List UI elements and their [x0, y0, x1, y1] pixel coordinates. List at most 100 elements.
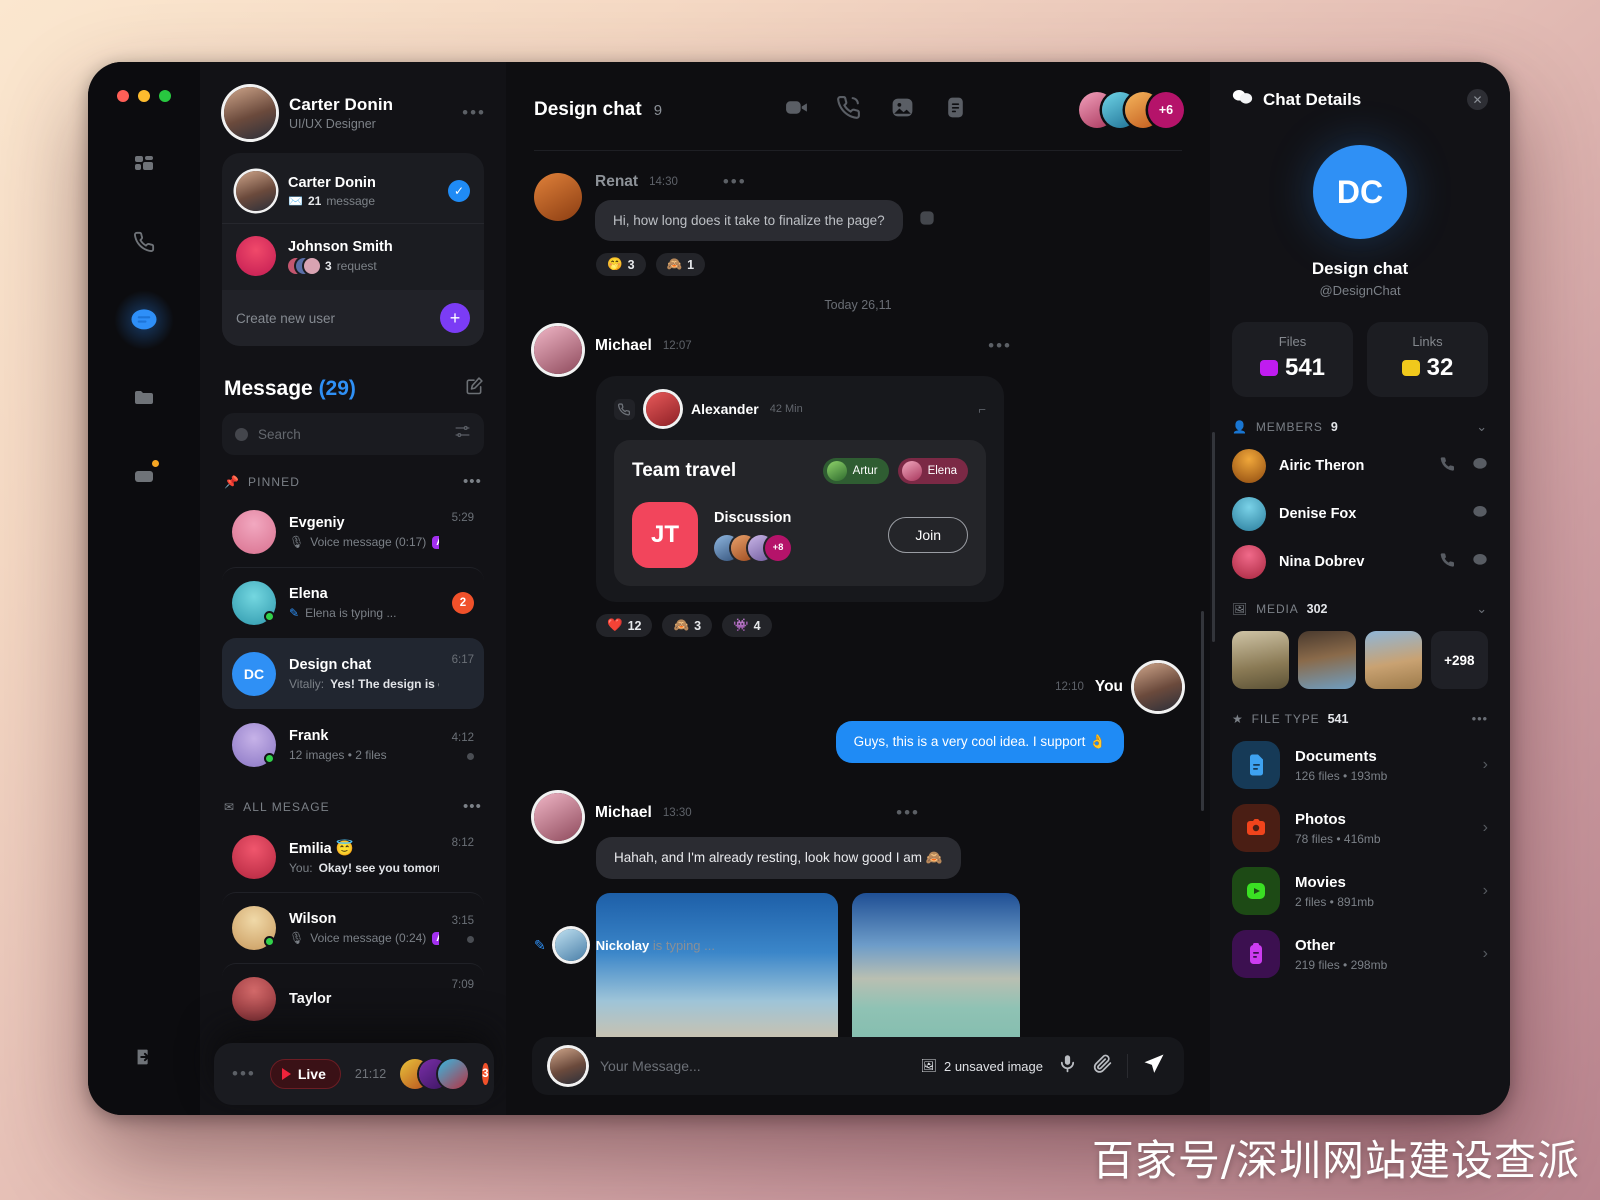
section-menu-button[interactable]: •••: [463, 474, 482, 489]
search-icon: [235, 427, 248, 441]
logout-button[interactable]: [133, 1046, 155, 1073]
section-menu-button[interactable]: •••: [463, 799, 482, 814]
media-more-badge[interactable]: +298: [1430, 631, 1488, 689]
minimize-window-button[interactable]: [138, 90, 150, 102]
rail-item-archive[interactable]: [120, 452, 168, 500]
chevron-down-icon[interactable]: ⌄: [1476, 419, 1488, 435]
document-icon: [1232, 741, 1280, 789]
rail-item-messages[interactable]: [114, 290, 174, 350]
participants-more-badge[interactable]: +6: [1148, 92, 1184, 128]
expand-icon[interactable]: ⌐: [978, 402, 986, 417]
filetype-row-movies[interactable]: Movies 2 files • 891mb ›: [1232, 867, 1488, 915]
create-new-user-row[interactable]: Create new user +: [222, 290, 484, 346]
attachment-image[interactable]: [596, 893, 838, 1037]
attachment-image[interactable]: [852, 893, 1020, 1037]
phone-icon[interactable]: [1440, 552, 1456, 573]
shared-call-card[interactable]: Alexander 42 Min ⌐ Team travel Artur Ele…: [596, 376, 1004, 602]
message-menu-button[interactable]: •••: [988, 337, 1012, 354]
phone-icon[interactable]: [1440, 456, 1456, 477]
join-button[interactable]: Join: [888, 517, 968, 553]
stat-links[interactable]: Links 32: [1367, 322, 1488, 397]
chat-icon[interactable]: [1472, 456, 1488, 477]
rail-item-files[interactable]: [120, 374, 168, 422]
media-section-header[interactable]: 🖼 MEDIA 302 ⌄: [1232, 601, 1488, 617]
plus-icon[interactable]: +: [440, 303, 470, 333]
unsaved-images-indicator[interactable]: 🖼 2 unsaved image: [920, 1058, 1043, 1074]
reaction-chip[interactable]: ❤️ 12: [596, 614, 653, 637]
list-item[interactable]: Frank 12 images • 2 files 4:12: [222, 709, 484, 780]
create-new-user-label: Create new user: [236, 310, 336, 326]
chevron-right-icon[interactable]: ›: [1483, 945, 1488, 963]
filetype-row-photos[interactable]: Photos 78 files • 416mb ›: [1232, 804, 1488, 852]
list-item[interactable]: Taylor 7:09: [222, 963, 484, 1034]
section-label: FILE TYPE: [1251, 711, 1320, 726]
members-section-header[interactable]: 👤 MEMBERS 9 ⌄: [1232, 419, 1488, 435]
current-user-profile[interactable]: Carter Donin UI/UX Designer •••: [200, 62, 506, 153]
live-menu-button[interactable]: •••: [232, 1065, 256, 1082]
video-icon[interactable]: [784, 95, 809, 125]
profile-menu-button[interactable]: •••: [462, 104, 486, 121]
chat-icon[interactable]: [1472, 504, 1488, 525]
send-icon[interactable]: [1142, 1052, 1166, 1081]
maximize-window-button[interactable]: [159, 90, 171, 102]
filetype-menu-button[interactable]: •••: [1472, 711, 1488, 726]
message-menu-button[interactable]: •••: [896, 804, 920, 821]
message-input[interactable]: Your Message...: [600, 1058, 906, 1074]
details-scrollbar[interactable]: [1212, 432, 1215, 642]
reaction-chip[interactable]: 👾 4: [722, 614, 772, 637]
chat-participants[interactable]: +6: [1079, 92, 1184, 128]
avatar: [534, 793, 582, 841]
compose-icon[interactable]: [464, 376, 484, 401]
document-icon[interactable]: [943, 95, 968, 125]
media-thumbnail[interactable]: [1298, 631, 1356, 689]
paperclip-icon[interactable]: [1092, 1053, 1113, 1079]
filetype-row-other[interactable]: Other 219 files • 298mb ›: [1232, 930, 1488, 978]
user-card-name: Johnson Smith: [288, 238, 393, 255]
chevron-down-icon[interactable]: ⌄: [1476, 601, 1488, 617]
chat-time: 4:12: [451, 732, 474, 744]
stat-files[interactable]: Files 541: [1232, 322, 1353, 397]
phone-icon[interactable]: [837, 95, 862, 125]
live-participants[interactable]: [400, 1059, 469, 1089]
avatar: [232, 510, 276, 554]
member-row[interactable]: Airic Theron: [1232, 449, 1488, 483]
media-thumbnail[interactable]: [1364, 631, 1422, 689]
chat-icon[interactable]: [1472, 552, 1488, 573]
close-icon[interactable]: ✕: [1467, 89, 1488, 110]
mic-icon[interactable]: [1057, 1053, 1078, 1079]
list-item-design-chat[interactable]: DC Design chat Vitaliy: Yes! The design …: [222, 638, 484, 709]
media-thumbnail[interactable]: [1232, 631, 1290, 689]
chevron-right-icon[interactable]: ›: [1483, 819, 1488, 837]
chat-scrollbar[interactable]: [1201, 611, 1204, 811]
rail-item-calls[interactable]: [120, 218, 168, 266]
chevron-right-icon[interactable]: ›: [1483, 756, 1488, 774]
rail-item-dashboard[interactable]: [120, 140, 168, 188]
reaction-chip[interactable]: 🤭 3: [596, 253, 646, 276]
app-window: Carter Donin UI/UX Designer ••• Carter D…: [88, 62, 1510, 1115]
filetype-row-documents[interactable]: Documents 126 files • 193mb ›: [1232, 741, 1488, 789]
reaction-chip[interactable]: 🙈 3: [662, 614, 713, 637]
close-window-button[interactable]: [117, 90, 129, 102]
list-item[interactable]: Emilia 😇 You: Okay! see you tomorrow 8:1…: [222, 822, 484, 892]
filter-icon[interactable]: [454, 423, 471, 445]
user-card: Carter Donin ✉️ 21 message ✓ Johnson Smi…: [222, 153, 484, 346]
image-icon[interactable]: [890, 95, 915, 125]
tag-elena[interactable]: Elena: [897, 458, 968, 484]
member-row[interactable]: Nina Dobrev: [1232, 545, 1488, 579]
message-menu-button[interactable]: •••: [723, 173, 747, 190]
live-badge: 3: [482, 1063, 489, 1085]
list-item[interactable]: Elena ✎ Elena is typing ... 2: [222, 567, 484, 638]
reply-icon[interactable]: [917, 208, 937, 233]
live-button[interactable]: Live: [269, 1059, 341, 1089]
list-item[interactable]: Evgeniy 🎙 Voice message (0:17) Aa 5:29: [222, 497, 484, 567]
member-row[interactable]: Denise Fox: [1232, 497, 1488, 531]
tag-artur[interactable]: Artur: [822, 458, 889, 484]
search-input[interactable]: Search: [222, 413, 484, 455]
user-card-row-carter[interactable]: Carter Donin ✉️ 21 message ✓: [222, 159, 484, 223]
pencil-icon: ✎: [534, 936, 546, 953]
chevron-right-icon[interactable]: ›: [1483, 882, 1488, 900]
list-item[interactable]: Wilson 🎙 Voice message (0:24) Aa 3:15: [222, 892, 484, 963]
reaction-chip[interactable]: 🙈 1: [655, 253, 706, 276]
filetype-count: 541: [1327, 711, 1349, 726]
user-card-row-johnson[interactable]: Johnson Smith 3 request: [222, 223, 484, 288]
